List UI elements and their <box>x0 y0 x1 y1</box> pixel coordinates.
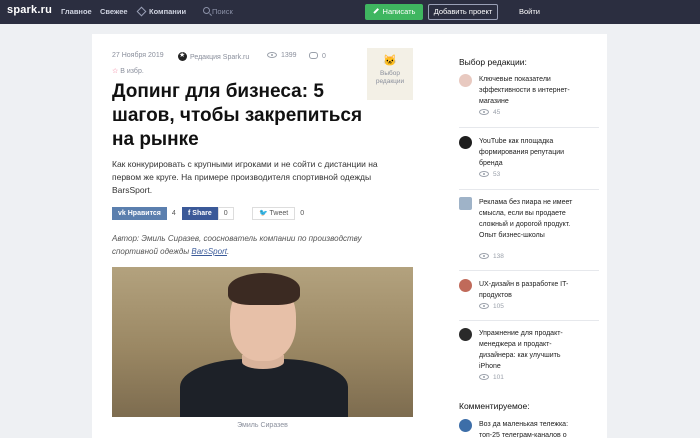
facebook-share-widget[interactable]: f Share 0 <box>182 207 234 220</box>
eye-icon <box>267 52 277 58</box>
nav-companies[interactable]: Компании <box>136 6 187 17</box>
sidebar-divider <box>459 320 599 321</box>
article-thumbnail <box>459 419 472 432</box>
nav-companies-label: Компании <box>149 7 187 16</box>
facebook-share-count: 0 <box>217 207 234 220</box>
photo-hair <box>228 273 300 305</box>
sidebar-article-title[interactable]: Ключевые показатели эффективности в инте… <box>479 74 575 107</box>
article-thumbnail <box>459 279 472 292</box>
sidebar-article-title[interactable]: Воз да маленькая тележка: топ-25 телегра… <box>479 419 575 438</box>
author-note-text: Автор: Эмиль Сиразев, сооснователь компа… <box>112 234 362 256</box>
sidebar-article-title[interactable]: Упражнение для продакт-менеджера и прода… <box>479 328 575 372</box>
tweet-count: 0 <box>300 210 305 217</box>
article-lead: Как конкурировать с крупными игроками и … <box>112 159 378 195</box>
vk-icon: vk <box>118 210 128 217</box>
search-input[interactable]: Поиск <box>199 5 349 19</box>
login-link[interactable]: Войти <box>519 7 540 16</box>
author-company-link[interactable]: BarsSport <box>191 247 227 256</box>
nav-home[interactable]: Главное <box>61 7 92 16</box>
star-icon: ☆ <box>112 68 119 75</box>
sidebar-article-title[interactable]: UX-дизайн в разработке IT-продуктов <box>479 279 575 301</box>
vk-like-button[interactable]: vk Нравится <box>112 207 167 220</box>
article-thumbnail <box>459 328 472 341</box>
eye-icon <box>479 253 489 259</box>
cube-icon <box>136 6 147 17</box>
cat-face-icon: 🐱 <box>383 55 397 67</box>
badge-text: Выбор редакции <box>375 70 405 85</box>
article-title: Допинг для бизнеса: 5 шагов, чтобы закре… <box>112 81 363 150</box>
sidebar-article-views-count: 45 <box>493 109 501 116</box>
photo-caption: Эмиль Сиразев <box>237 422 288 429</box>
sidebar-article-views: 45 <box>479 109 500 116</box>
article-date: 27 Ноября 2019 <box>112 52 164 59</box>
article-thumbnail <box>459 197 472 210</box>
eye-icon <box>479 303 489 309</box>
sidebar-divider <box>459 270 599 271</box>
eye-icon <box>479 171 489 177</box>
facebook-share-label: Share <box>192 210 212 217</box>
sidebar-article-title[interactable]: YouTube как площадка формирования репута… <box>479 136 575 169</box>
most-commented-heading: Комментируемое: <box>459 401 530 411</box>
top-navigation-bar: spark.ru Главное Свежее Компании Поиск Н… <box>0 0 700 24</box>
sidebar-article-views-count: 101 <box>493 374 504 381</box>
favorite-label: В избр. <box>120 68 144 75</box>
vk-like-label: Нравится <box>127 210 161 217</box>
sidebar-article-views-count: 138 <box>493 253 504 260</box>
author-avatar-icon <box>178 51 187 61</box>
tweet-label: Tweet <box>269 210 289 217</box>
article-photo <box>112 267 413 417</box>
article-comments[interactable]: 0 <box>309 52 326 60</box>
author-note: Автор: Эмиль Сиразев, сооснователь компа… <box>112 232 402 258</box>
site-logo[interactable]: spark.ru <box>7 4 52 16</box>
article-thumbnail <box>459 136 472 149</box>
search-placeholder: Поиск <box>212 7 233 16</box>
article-author[interactable]: Редакция Spark.ru <box>178 51 250 61</box>
sidebar-article-views: 105 <box>479 303 504 310</box>
article-views-count: 1399 <box>281 52 297 59</box>
sidebar-divider <box>459 189 599 190</box>
eye-icon <box>479 374 489 380</box>
twitter-bird-icon: 🐦 <box>259 210 270 217</box>
pencil-icon <box>372 8 379 14</box>
add-project-button[interactable]: Добавить проект <box>428 4 498 20</box>
editors-choice-heading: Выбор редакции: <box>459 57 527 67</box>
twitter-share-widget[interactable]: 🐦 Tweet 0 <box>252 207 309 220</box>
article-author-label: Редакция Spark.ru <box>190 54 250 61</box>
write-button[interactable]: Написать <box>365 4 423 20</box>
add-to-favorites[interactable]: ☆ В избр. <box>112 67 144 75</box>
nav-fresh[interactable]: Свежее <box>100 7 128 16</box>
sidebar-article-title[interactable]: Реклама без пиара не имеет смысла, если … <box>479 197 575 241</box>
sidebar-article-views-count: 105 <box>493 303 504 310</box>
author-note-tail: . <box>226 247 230 256</box>
article-comments-count: 0 <box>322 53 326 60</box>
eye-icon <box>479 109 489 115</box>
editors-choice-badge: 🐱 Выбор редакции <box>367 48 413 100</box>
sidebar-article-views-count: 53 <box>493 171 501 178</box>
search-icon <box>203 7 210 14</box>
facebook-share-button[interactable]: f Share <box>182 207 218 220</box>
vk-like-count: 4 <box>171 210 176 217</box>
sidebar-article-views: 101 <box>479 374 504 381</box>
sidebar-article-views: 138 <box>479 253 504 260</box>
sidebar-article-views: 53 <box>479 171 500 178</box>
write-button-label: Написать <box>382 7 416 16</box>
article-thumbnail <box>459 74 472 87</box>
comment-icon <box>309 52 318 59</box>
sidebar-divider <box>459 127 599 128</box>
vk-like-widget[interactable]: vk Нравится 4 <box>112 207 181 220</box>
article-views: 1399 <box>267 52 297 59</box>
tweet-button[interactable]: 🐦 Tweet <box>252 207 296 220</box>
